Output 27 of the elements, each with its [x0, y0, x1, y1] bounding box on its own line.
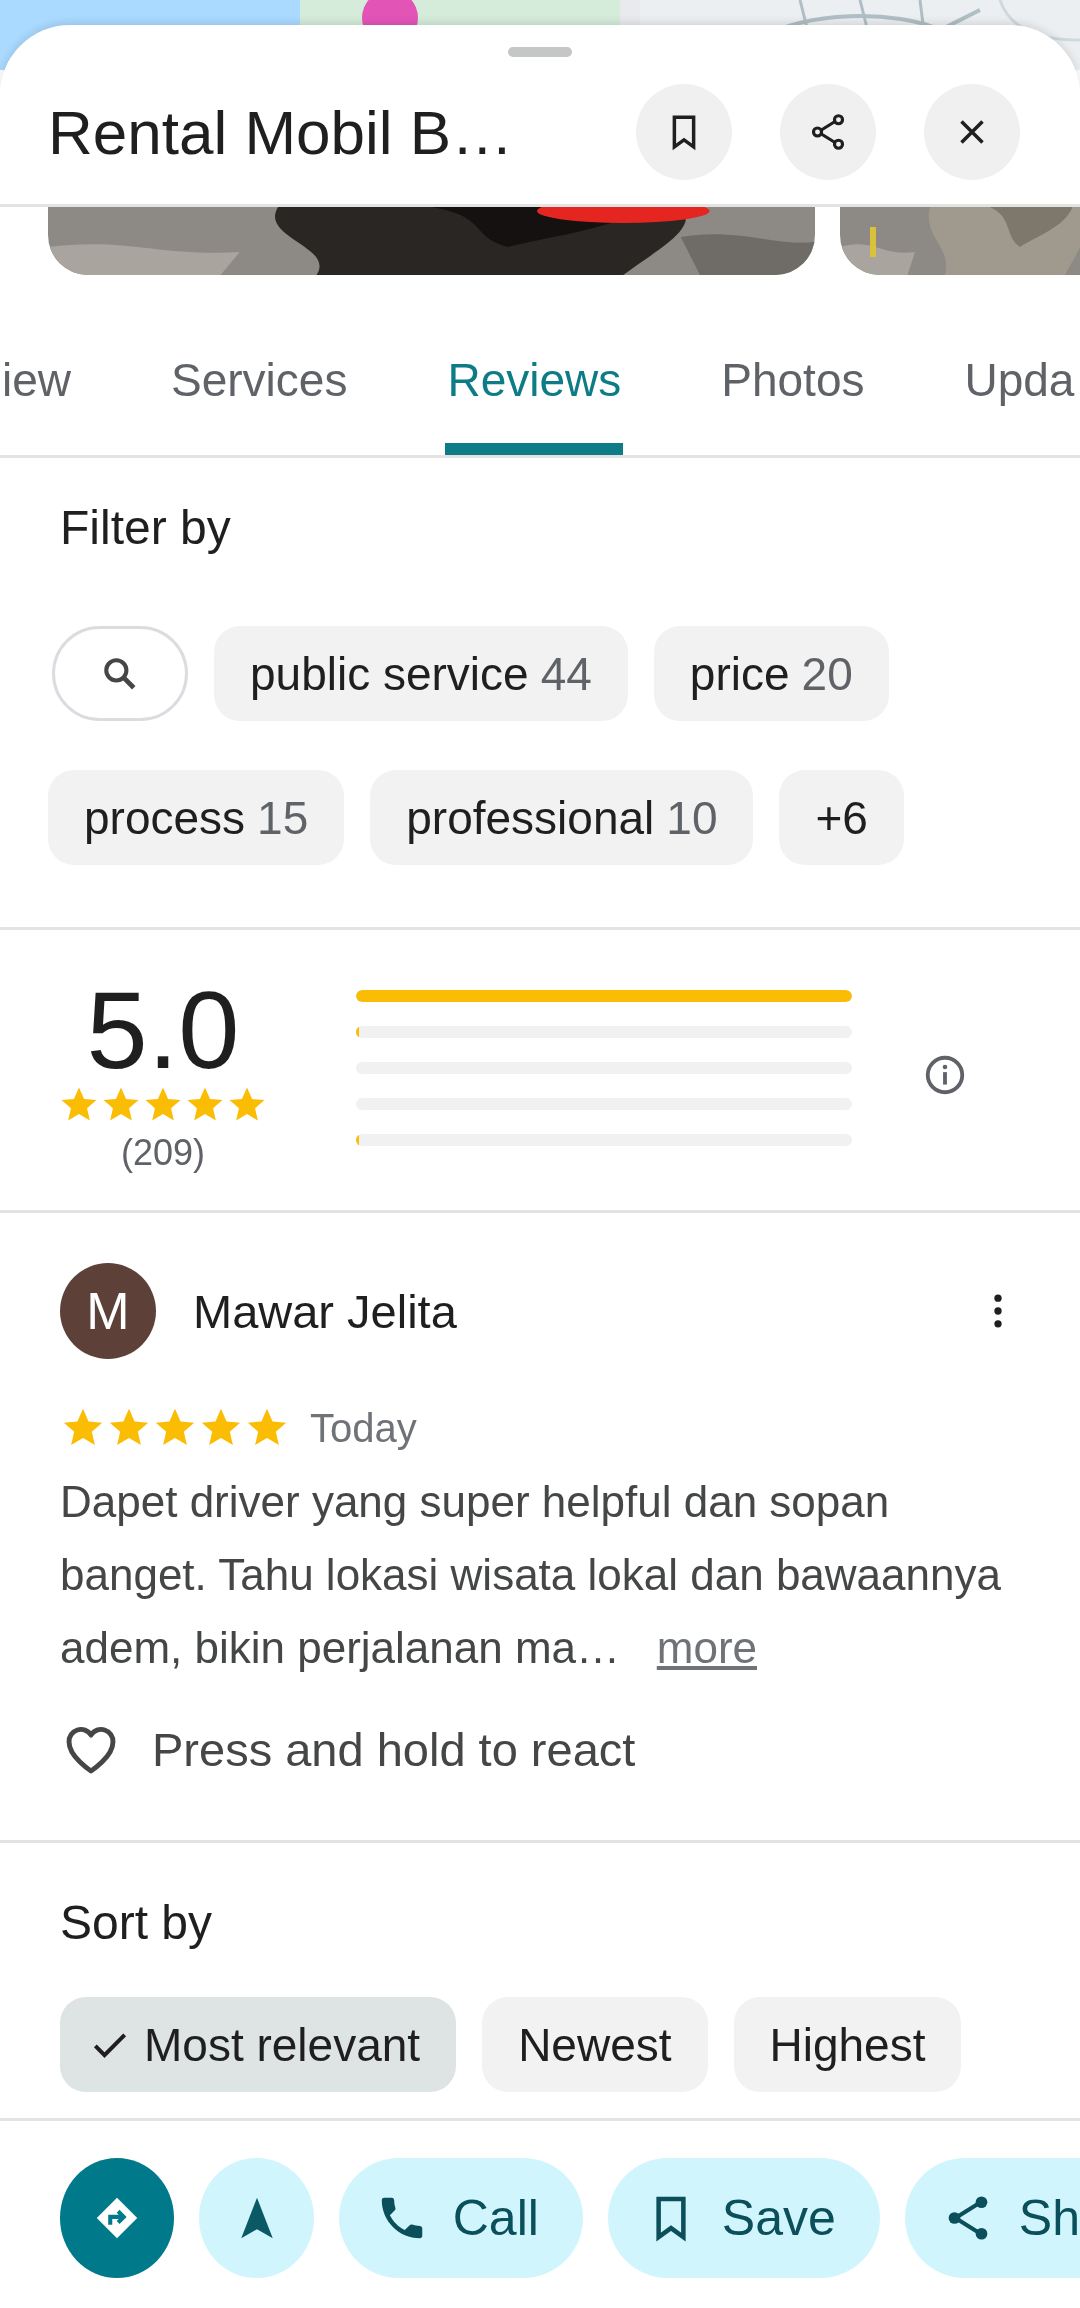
tab[interactable]: Reviews: [445, 335, 624, 455]
rating-score: 5.0: [86, 976, 240, 1084]
share-button[interactable]: Sh: [904, 2158, 1080, 2278]
filter-chip[interactable]: professional 10: [370, 770, 754, 865]
filter-chip[interactable]: public service 44: [214, 626, 628, 721]
call-button[interactable]: Call: [338, 2158, 583, 2278]
more-link[interactable]: more: [656, 1623, 757, 1672]
save-button[interactable]: Save: [607, 2158, 880, 2278]
sort-chip[interactable]: Newest: [482, 1997, 708, 2092]
tab[interactable]: Upda: [962, 335, 1077, 455]
filter-chip[interactable]: process 15: [48, 770, 345, 865]
section-title: Sort by: [59, 1895, 214, 1951]
section-title: Filter by: [59, 500, 232, 556]
avatar[interactable]: M: [60, 1263, 156, 1359]
review-date: Today: [310, 1405, 417, 1451]
place-title: Rental Mobil B…: [48, 96, 515, 168]
author-name[interactable]: Mawar Jelita: [193, 1283, 976, 1339]
react-hint: Press and hold to react: [152, 1721, 636, 1777]
tab[interactable]: Photos: [719, 335, 867, 455]
more-chip[interactable]: +6: [779, 770, 904, 865]
sort-chip[interactable]: Most relevant: [60, 1997, 457, 2092]
tab[interactable]: iew: [0, 335, 74, 455]
filter-chip[interactable]: price 20: [653, 626, 889, 721]
review-text: Dapet driver yang super helpful dan sopan banget. Tahu lokasi wisata lokal dan bawaannya adem, bikin perjalanan ma… more: [60, 1476, 1002, 1674]
tab[interactable]: Services: [169, 335, 350, 455]
sort-chip[interactable]: Highest: [733, 1997, 962, 2092]
review-count: (209): [120, 1132, 205, 1174]
